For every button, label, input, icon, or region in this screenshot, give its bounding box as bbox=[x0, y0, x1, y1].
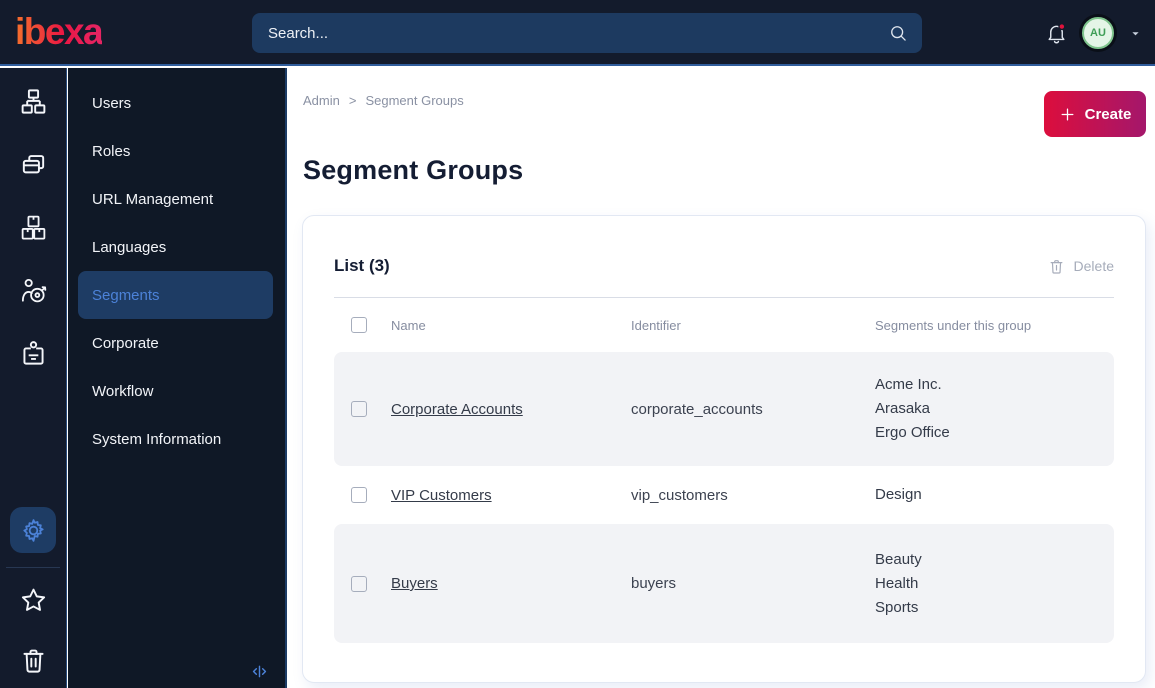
notifications-bell-icon[interactable] bbox=[1045, 22, 1068, 45]
breadcrumb-separator: > bbox=[348, 93, 357, 108]
collapse-sidebar-icon[interactable] bbox=[250, 662, 269, 681]
segments-cell: Design bbox=[875, 483, 1114, 507]
segment-group-link[interactable]: VIP Customers bbox=[391, 487, 492, 504]
search-input[interactable] bbox=[252, 24, 888, 42]
list-header: List (3) Delete bbox=[334, 254, 1114, 278]
sidebar-item-languages[interactable]: Languages bbox=[78, 223, 273, 271]
column-header-segments: Segments under this group bbox=[875, 317, 1032, 333]
segments-cell: Beauty Health Sports bbox=[875, 548, 1114, 620]
segment-group-identifier: vip_customers bbox=[631, 486, 728, 504]
chevron-down-icon[interactable] bbox=[1128, 26, 1143, 41]
settings-gear-icon[interactable] bbox=[10, 507, 56, 553]
personalization-icon[interactable] bbox=[15, 272, 51, 308]
segment-item: Acme Inc. bbox=[875, 376, 942, 393]
segments-cell: Acme Inc. Arasaka Ergo Office bbox=[875, 373, 1114, 445]
sidebar-item-system-information[interactable]: System Information bbox=[78, 415, 273, 463]
admin-sidebar: Users Roles URL Management Languages Seg… bbox=[68, 68, 287, 688]
product-catalog-icon[interactable] bbox=[15, 209, 51, 245]
select-all-checkbox[interactable] bbox=[351, 317, 367, 333]
icon-rail bbox=[0, 68, 67, 688]
table-row: Buyers buyers Beauty Health Sports bbox=[334, 524, 1114, 643]
breadcrumb: Admin > Segment Groups bbox=[303, 93, 464, 108]
breadcrumb-admin-link[interactable]: Admin bbox=[303, 93, 340, 108]
table-row: VIP Customers vip_customers Design bbox=[334, 466, 1114, 524]
column-header-identifier: Identifier bbox=[631, 317, 681, 333]
sidebar-item-segments[interactable]: Segments bbox=[78, 271, 273, 319]
segment-group-link[interactable]: Buyers bbox=[391, 575, 438, 592]
row-checkbox[interactable] bbox=[351, 401, 367, 417]
create-button[interactable]: Create bbox=[1044, 91, 1146, 137]
segment-item: Ergo Office bbox=[875, 424, 950, 441]
plus-icon bbox=[1059, 106, 1076, 123]
delete-trash-icon bbox=[1048, 258, 1065, 275]
rail-divider bbox=[6, 567, 60, 568]
breadcrumb-current: Segment Groups bbox=[365, 93, 464, 108]
segment-item: Design bbox=[875, 486, 922, 503]
delete-button-label: Delete bbox=[1073, 258, 1114, 274]
sidebar-item-users[interactable]: Users bbox=[78, 79, 273, 127]
segment-group-identifier: corporate_accounts bbox=[631, 400, 763, 418]
corporate-badge-icon[interactable] bbox=[15, 335, 51, 371]
sidebar-item-workflow[interactable]: Workflow bbox=[78, 367, 273, 415]
segment-item: Sports bbox=[875, 598, 919, 616]
segment-item: Health bbox=[875, 574, 919, 592]
segment-groups-card: List (3) Delete Name Identifier Segments… bbox=[302, 215, 1146, 683]
avatar-initials: AU bbox=[1090, 27, 1106, 39]
ibexa-logo[interactable]: ibexa bbox=[15, 11, 104, 53]
avatar[interactable]: AU bbox=[1082, 17, 1114, 49]
create-button-label: Create bbox=[1084, 105, 1132, 123]
row-checkbox[interactable] bbox=[351, 487, 367, 503]
segment-item: Beauty bbox=[875, 550, 922, 568]
topbar: ibexa AU bbox=[0, 0, 1155, 66]
rail-top-icons bbox=[15, 68, 51, 371]
trash-icon[interactable] bbox=[15, 642, 51, 678]
table-row: Corporate Accounts corporate_accounts Ac… bbox=[334, 352, 1114, 466]
content-tree-icon[interactable] bbox=[15, 83, 51, 119]
segment-group-identifier: buyers bbox=[631, 575, 677, 592]
admin-menu: Users Roles URL Management Languages Seg… bbox=[68, 68, 285, 463]
topbar-right: AU bbox=[1045, 0, 1143, 66]
segment-group-link[interactable]: Corporate Accounts bbox=[391, 401, 523, 418]
segment-item: Arasaka bbox=[875, 400, 931, 417]
content-list-icon[interactable] bbox=[15, 146, 51, 182]
row-checkbox[interactable] bbox=[351, 575, 367, 592]
page-title: Segment Groups bbox=[303, 155, 524, 185]
global-search-bar bbox=[252, 13, 922, 53]
favorites-star-icon[interactable] bbox=[15, 582, 51, 618]
sidebar-item-corporate[interactable]: Corporate bbox=[78, 319, 273, 367]
column-header-name: Name bbox=[391, 317, 426, 333]
sidebar-item-roles[interactable]: Roles bbox=[78, 127, 273, 175]
sidebar-item-url-management[interactable]: URL Management bbox=[78, 175, 273, 223]
delete-button[interactable]: Delete bbox=[1048, 258, 1114, 275]
rail-bottom-icons bbox=[6, 507, 60, 688]
table-header-row: Name Identifier Segments under this grou… bbox=[334, 298, 1114, 352]
main-content: Admin > Segment Groups Create Segment Gr… bbox=[289, 68, 1155, 688]
list-title: List (3) bbox=[334, 256, 390, 275]
search-icon[interactable] bbox=[888, 23, 908, 43]
